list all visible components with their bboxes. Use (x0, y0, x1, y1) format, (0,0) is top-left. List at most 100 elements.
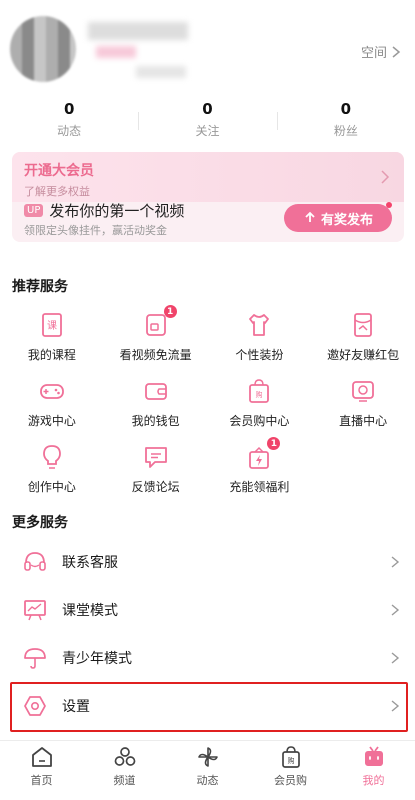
service-invite-friends[interactable]: 邀好友赚红包 (311, 310, 415, 363)
more-item-label: 联系客服 (62, 555, 118, 571)
channel-icon (114, 747, 135, 766)
chevron-right-icon (392, 45, 401, 58)
tab-channel[interactable]: 频道 (83, 741, 166, 800)
chevron-right-icon (381, 170, 390, 184)
avatar[interactable] (10, 16, 76, 82)
stat-label: 粉丝 (333, 124, 358, 138)
service-my-courses[interactable]: 课 我的课程 (0, 310, 104, 363)
stat-fans[interactable]: 0 粉丝 (276, 100, 415, 146)
live-tv-icon (348, 376, 378, 406)
service-label: 创作中心 (27, 480, 76, 494)
space-link[interactable]: 空间 (361, 42, 401, 61)
notification-badge: 1 (163, 305, 177, 318)
service-data-saver[interactable]: 1 看视频免流量 (104, 305, 208, 363)
chevron-right-icon (391, 700, 400, 712)
chat-bubble-icon (141, 442, 171, 472)
chevron-right-icon (391, 652, 400, 664)
vip-banner[interactable]: 开通大会员 了解更多权益 (12, 152, 404, 202)
service-label: 我的钱包 (131, 414, 180, 428)
stats-row: 0 动态 0 关注 0 粉丝 (0, 100, 415, 146)
umbrella-icon (22, 645, 48, 671)
service-label: 直播中心 (339, 414, 388, 428)
classroom-icon (22, 597, 48, 623)
blurred-username (88, 22, 188, 40)
service-member-shop[interactable]: 购 会员购中心 (208, 376, 312, 429)
stat-label: 动态 (57, 124, 82, 138)
shopping-bag-icon: 购 (244, 376, 274, 406)
tab-home[interactable]: 首页 (0, 741, 83, 800)
stat-value: 0 (202, 100, 213, 118)
service-dress-up[interactable]: 个性装扮 (208, 310, 312, 363)
settings-hexagon-icon (22, 693, 48, 719)
more-services-list: 联系客服 课堂模式 青少年模式 设置 (0, 538, 415, 730)
lightbulb-icon (37, 442, 67, 472)
stat-value: 0 (340, 100, 352, 118)
svg-text:购: 购 (256, 390, 263, 399)
more-item-teen-mode[interactable]: 青少年模式 (0, 634, 415, 682)
more-item-label: 课堂模式 (62, 603, 118, 619)
upload-icon (305, 211, 315, 222)
more-item-settings[interactable]: 设置 (0, 682, 415, 730)
profile-header: 空间 (0, 0, 415, 100)
chevron-right-icon (391, 556, 400, 568)
service-charge-benefits[interactable]: 1 充能领福利 (208, 437, 312, 495)
service-label: 个性装扮 (235, 348, 284, 362)
stat-value: 0 (63, 100, 75, 118)
service-label: 会员购中心 (229, 414, 290, 428)
service-label: 邀好友赚红包 (327, 348, 400, 362)
more-item-classroom-mode[interactable]: 课堂模式 (0, 586, 415, 634)
service-game-center[interactable]: 游戏中心 (0, 376, 104, 429)
bottom-tab-bar: 首页 频道 动态 购 会员购 我的 (0, 740, 415, 800)
course-icon: 课 (37, 310, 67, 340)
more-item-customer-service[interactable]: 联系客服 (0, 538, 415, 586)
publish-title-row: UP 发布你的第一个视频 (24, 200, 184, 221)
service-live-center[interactable]: 直播中心 (311, 376, 415, 429)
publish-card: UP 发布你的第一个视频 领限定头像挂件，赢活动奖金 有奖发布 开通大会员 了解… (12, 152, 404, 242)
vip-title: 开通大会员 (24, 163, 94, 179)
gift-icon: 1 (244, 437, 281, 472)
tab-dynamics[interactable]: 动态 (166, 741, 249, 800)
home-icon (31, 747, 52, 767)
my-tv-icon (364, 746, 383, 766)
vip-subtitle: 了解更多权益 (24, 185, 90, 198)
service-label: 看视频免流量 (119, 348, 192, 362)
more-item-label: 青少年模式 (62, 651, 132, 667)
tshirt-icon (244, 310, 274, 340)
more-services-title: 更多服务 (12, 515, 68, 531)
stat-dynamics[interactable]: 0 动态 (0, 100, 138, 146)
tab-label: 首页 (30, 774, 53, 787)
gamepad-icon (37, 376, 67, 406)
service-label: 游戏中心 (27, 414, 76, 428)
pinwheel-icon (197, 747, 218, 767)
notification-badge: 1 (267, 437, 281, 450)
reward-publish-button[interactable]: 有奖发布 (284, 202, 392, 232)
service-label: 反馈论坛 (131, 480, 180, 494)
blurred-level-tag (96, 46, 136, 58)
tab-my[interactable]: 我的 (332, 741, 415, 800)
service-creator-center[interactable]: 创作中心 (0, 442, 104, 495)
tab-label: 我的 (362, 774, 385, 787)
red-packet-icon (348, 310, 378, 340)
space-label: 空间 (360, 46, 387, 61)
wallet-icon (141, 376, 171, 406)
data-saver-icon: 1 (141, 305, 177, 340)
up-badge: UP (24, 204, 44, 217)
headset-icon (22, 549, 48, 575)
svg-text:购: 购 (287, 756, 294, 765)
tab-label: 动态 (196, 774, 219, 787)
recommended-services-grid: 课 我的课程 1 看视频免流量 个性装扮 邀好友赚红包 游戏中心 我的钱包 购 … (0, 305, 415, 495)
stat-following[interactable]: 0 关注 (138, 100, 276, 146)
member-shop-icon: 购 (281, 746, 300, 768)
tab-label: 会员购 (274, 774, 307, 787)
recommended-services-title: 推荐服务 (12, 279, 68, 295)
service-label: 我的课程 (27, 348, 76, 362)
chevron-right-icon (391, 604, 400, 616)
notification-dot (386, 202, 392, 208)
service-label: 充能领福利 (229, 480, 290, 494)
service-wallet[interactable]: 我的钱包 (104, 376, 208, 429)
stat-label: 关注 (195, 124, 220, 138)
service-feedback-forum[interactable]: 反馈论坛 (104, 442, 208, 495)
publish-subtitle: 领限定头像挂件，赢活动奖金 (24, 224, 167, 237)
tab-label: 频道 (113, 774, 136, 787)
tab-member-shop[interactable]: 购 会员购 (249, 741, 332, 800)
